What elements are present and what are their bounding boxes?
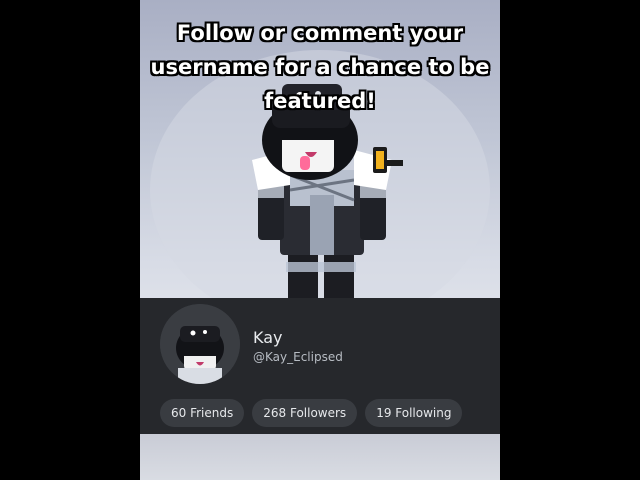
avatar-headshot-icon	[160, 304, 240, 384]
bottom-background	[140, 434, 500, 480]
caption-line-2: username for a chance to be	[150, 55, 490, 79]
friends-pill[interactable]: 60 Friends	[160, 399, 245, 427]
profile-card: Kay @Kay_Eclipsed 60 Friends 268 Followe…	[140, 298, 500, 434]
post-frame: Follow or comment your username for a ch…	[140, 0, 500, 480]
caption-line-3: featured!	[264, 89, 376, 113]
caption-text: Follow or comment your username for a ch…	[140, 16, 500, 118]
caption-line-1: Follow or comment your	[176, 21, 464, 45]
stats-row: 60 Friends 268 Followers 19 Following	[160, 399, 463, 427]
following-pill[interactable]: 19 Following	[365, 399, 463, 427]
followers-pill[interactable]: 268 Followers	[252, 399, 358, 427]
profile-avatar-icon[interactable]	[160, 304, 240, 384]
username: @Kay_Eclipsed	[253, 350, 343, 364]
display-name: Kay	[253, 328, 283, 347]
